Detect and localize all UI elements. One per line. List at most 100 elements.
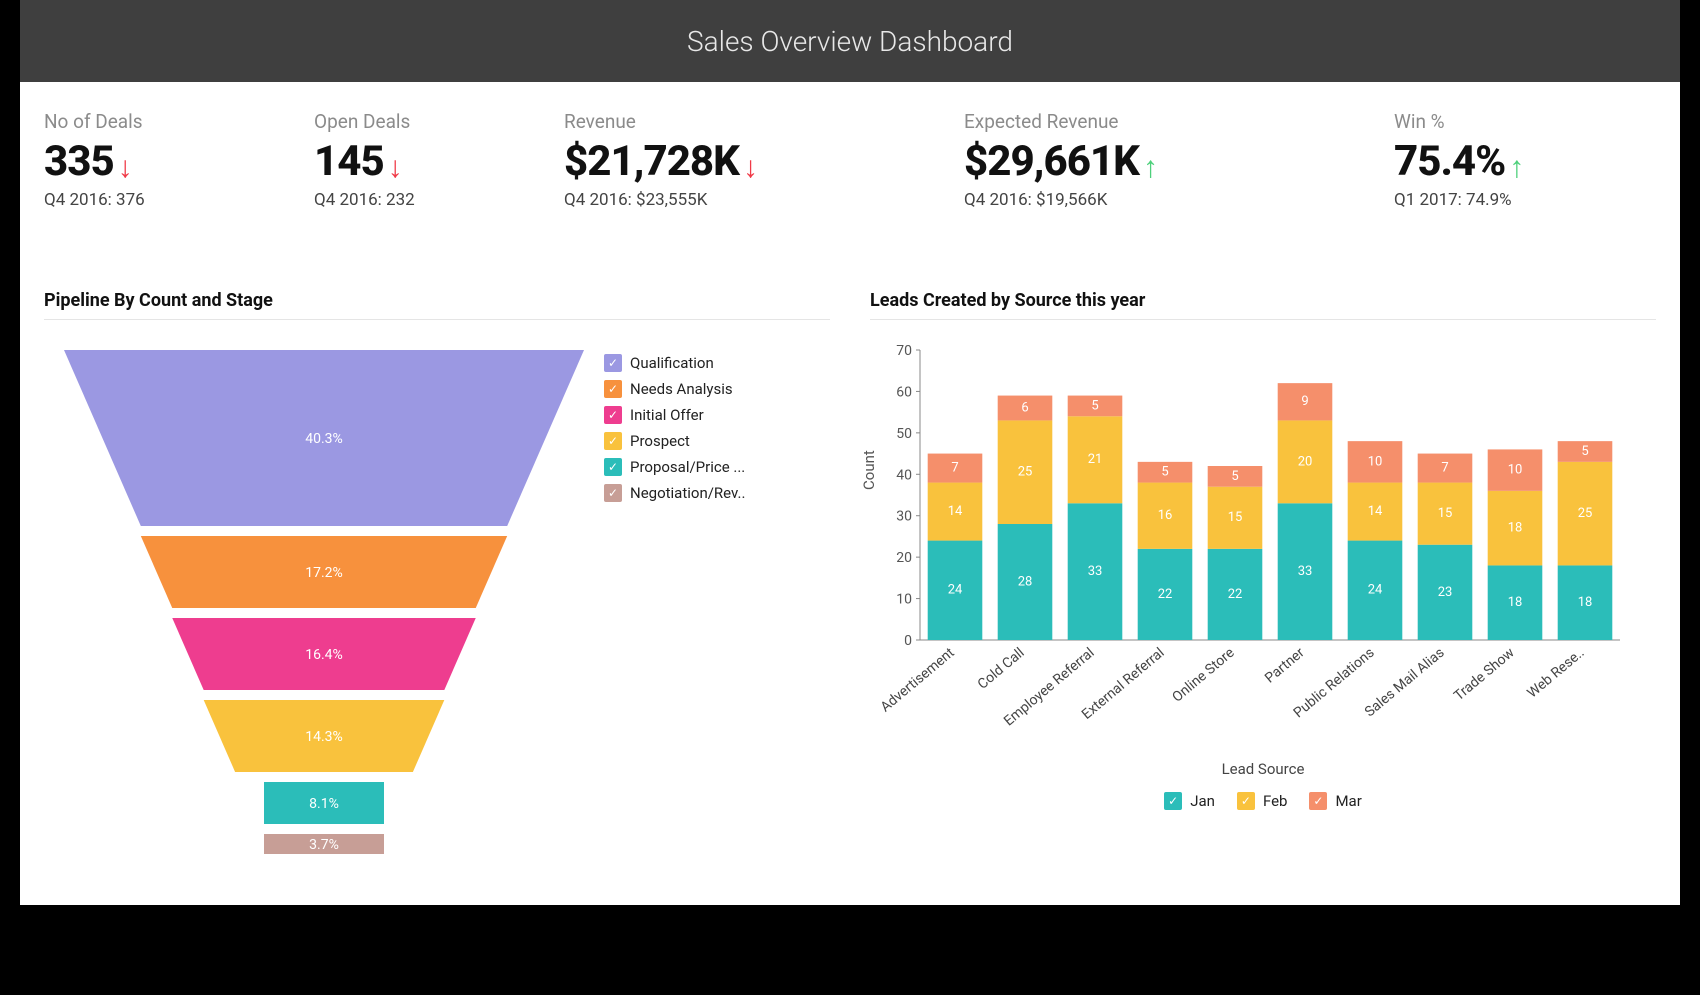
trend-up-icon: ↑ <box>1509 150 1524 185</box>
legend-item[interactable]: ✓Negotiation/Rev.. <box>604 484 745 502</box>
bar-xlabel: Lead Source <box>870 760 1656 778</box>
legend-item[interactable]: ✓ Jan <box>1164 792 1215 810</box>
x-category-label: Partner <box>1262 645 1308 687</box>
kpi-previous: Q4 2016: $19,566K <box>964 190 1158 210</box>
bar-segment-label: 33 <box>1298 564 1313 579</box>
y-tick-label: 60 <box>896 384 912 400</box>
legend-swatch-icon: ✓ <box>604 432 622 450</box>
x-category-label: Trade Show <box>1451 645 1518 705</box>
bar-segment-label: 15 <box>1438 506 1453 521</box>
trend-down-icon: ↓ <box>743 150 758 185</box>
bar-segment-label: 9 <box>1301 394 1308 409</box>
kpi-previous: Q4 2016: 376 <box>44 190 145 210</box>
bar-segment-label: 5 <box>1091 398 1098 413</box>
legend-swatch-icon: ✓ <box>1237 792 1255 810</box>
funnel-segment-label: 8.1% <box>309 796 339 812</box>
x-category-label: Advertisement <box>878 645 958 716</box>
bar-segment-label: 18 <box>1578 595 1593 610</box>
funnel-chart: 40.3% 17.2% 16.4% 14.3% 8.1% 3.7% <box>44 350 604 870</box>
legend-label: Jan <box>1190 792 1215 810</box>
bar-segment-label: 5 <box>1231 469 1238 484</box>
bar-segment-label: 25 <box>1018 465 1033 480</box>
bar-segment-label: 14 <box>948 504 963 519</box>
kpi-previous: Q1 2017: 74.9% <box>1394 190 1524 210</box>
legend-item[interactable]: ✓Needs Analysis <box>604 380 745 398</box>
bar-segment-label: 15 <box>1228 510 1243 525</box>
y-tick-label: 30 <box>896 509 912 525</box>
kpi-row: No of Deals335↓Q4 2016: 376Open Deals145… <box>44 110 1656 230</box>
legend-swatch-icon: ✓ <box>604 458 622 476</box>
legend-label: Prospect <box>630 432 690 450</box>
kpi-value: 145 <box>314 137 384 186</box>
legend-swatch-icon: ✓ <box>604 354 622 372</box>
y-tick-label: 40 <box>896 467 912 483</box>
funnel-segment-label: 14.3% <box>305 729 343 745</box>
legend-swatch-icon: ✓ <box>1309 792 1327 810</box>
legend-swatch-icon: ✓ <box>604 484 622 502</box>
funnel-segment-label: 40.3% <box>305 431 343 447</box>
bar-segment-label: 20 <box>1298 454 1313 469</box>
legend-label: Initial Offer <box>630 406 704 424</box>
kpi-label: Open Deals <box>314 110 415 133</box>
bar-segment-label: 10 <box>1508 463 1523 478</box>
y-tick-label: 10 <box>896 592 912 608</box>
funnel-segment-label: 3.7% <box>309 837 339 853</box>
kpi-card: Expected Revenue$29,661K↑Q4 2016: $19,56… <box>964 110 1158 210</box>
y-tick-label: 0 <box>904 633 912 649</box>
bar-panel: Leads Created by Source this year Count … <box>870 290 1656 870</box>
bar-segment-label: 5 <box>1161 465 1168 480</box>
trend-down-icon: ↓ <box>388 150 403 185</box>
kpi-card: Win % 75.4%↑ Q1 2017: 74.9% <box>1394 110 1524 210</box>
legend-item[interactable]: ✓ Feb <box>1237 792 1288 810</box>
bar-segment-label: 23 <box>1438 585 1453 600</box>
bar-segment-label: 24 <box>948 583 963 598</box>
x-category-label: Online Store <box>1169 645 1237 706</box>
funnel-panel: Pipeline By Count and Stage 40.3%17.2%16… <box>44 290 830 870</box>
funnel-segment-label: 17.2% <box>305 565 343 581</box>
bar-segment-label: 5 <box>1581 444 1588 459</box>
bar-segment-label: 6 <box>1021 400 1028 415</box>
bar-chart: 01020304050607024147Advertisement28256Co… <box>870 340 1630 750</box>
dashboard-title-bar: Sales Overview Dashboard <box>20 0 1680 82</box>
bar-segment-label: 24 <box>1368 583 1383 598</box>
kpi-card: Open Deals145↓Q4 2016: 232 <box>314 110 415 210</box>
bar-segment-label: 7 <box>951 461 958 476</box>
bar-title: Leads Created by Source this year <box>870 290 1656 320</box>
trend-up-icon: ↑ <box>1143 150 1158 185</box>
legend-item[interactable]: ✓ Proposal/Price ... <box>604 458 745 476</box>
trend-down-icon: ↓ <box>118 150 133 185</box>
kpi-value: 335 <box>44 137 114 186</box>
dashboard-title: Sales Overview Dashboard <box>687 25 1013 58</box>
kpi-label: Revenue <box>564 110 758 133</box>
funnel-segment-label: 16.4% <box>305 647 343 663</box>
legend-swatch-icon: ✓ <box>1164 792 1182 810</box>
legend-item[interactable]: ✓ Prospect <box>604 432 745 450</box>
legend-item[interactable]: ✓ Initial Offer <box>604 406 745 424</box>
kpi-value: $29,661K <box>964 137 1139 186</box>
legend-label: Feb <box>1263 792 1288 810</box>
legend-label: Proposal/Price ... <box>630 458 745 476</box>
bar-segment-label: 21 <box>1088 452 1103 467</box>
y-tick-label: 20 <box>896 550 912 566</box>
legend-item[interactable]: ✓ Mar <box>1309 792 1361 810</box>
kpi-value: $21,728K <box>564 137 739 186</box>
x-category-label: Web Rese.. <box>1524 645 1587 702</box>
bar-segment-label: 7 <box>1441 461 1448 476</box>
bar-segment-label: 10 <box>1368 454 1383 469</box>
bar-segment-label: 16 <box>1158 508 1173 523</box>
bar-segment-label: 22 <box>1228 587 1243 602</box>
y-tick-label: 50 <box>896 426 912 442</box>
kpi-card: No of Deals 335↓ Q4 2016: 376 <box>44 110 145 210</box>
legend-swatch-icon: ✓ <box>604 406 622 424</box>
legend-item[interactable]: ✓Qualification <box>604 354 745 372</box>
kpi-label: No of Deals <box>44 110 145 133</box>
bar-segment-label: 33 <box>1088 564 1103 579</box>
bar-segment-label: 22 <box>1158 587 1173 602</box>
bar-segment-label: 28 <box>1018 574 1033 589</box>
kpi-label: Win % <box>1394 110 1524 133</box>
y-tick-label: 70 <box>896 343 912 359</box>
legend-label: Mar <box>1335 792 1361 810</box>
kpi-value: 75.4% <box>1394 137 1505 186</box>
bar-legend: ✓ Jan ✓ Feb ✓ Mar <box>870 792 1656 810</box>
bar-segment-label: 25 <box>1578 506 1593 521</box>
